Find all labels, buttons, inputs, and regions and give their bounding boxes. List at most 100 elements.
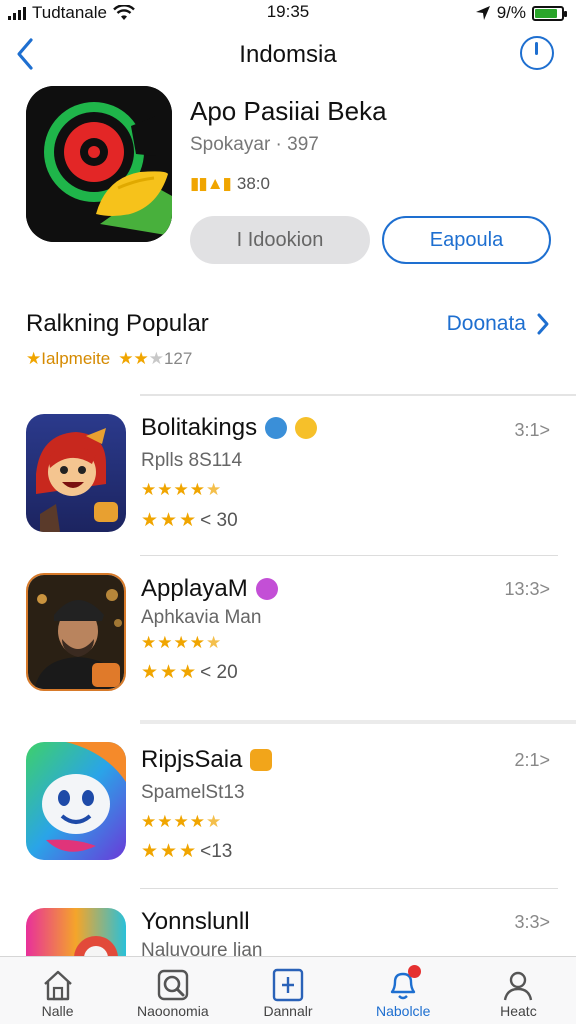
featured-app-subtitle: Spokayar · 397 (190, 134, 319, 155)
status-bar: Tudtanale 19:35 9/% (0, 0, 576, 26)
star-empty-icon: ★ (148, 349, 164, 368)
open-button[interactable]: Eapoula (382, 216, 551, 264)
tab-label: Nalle (41, 1003, 74, 1019)
battery-percent: 9/% (496, 3, 526, 22)
location-arrow-icon (475, 6, 490, 20)
app-rating-stars: ★★★★★ (141, 480, 222, 500)
rating-bars-icon: ▮▮▲▮ (190, 174, 232, 193)
list-item[interactable]: Bolitakings Rplls 8S114 ★★★★★ ★ ★ ★ < 30 3… (0, 404, 576, 554)
smiley-icon (295, 417, 318, 439)
app-subtitle: Naluvoure lian (141, 940, 263, 956)
featured-app-name: Apo Pasiiai Beka (190, 96, 387, 126)
star-icon: ★ (179, 841, 197, 862)
tab-bar: Nalle Naoonomia Dannalr Nabolcle Heatc (0, 956, 576, 1024)
app-subtitle: Aphkavia Man (141, 607, 262, 628)
star-icon: ★ (157, 812, 174, 831)
tab-notifications[interactable]: Nabolcle (346, 957, 461, 1024)
app-icon (26, 908, 126, 956)
tab-search[interactable]: Naoonomia (115, 957, 230, 1024)
featured-app-rating: ▮▮▲▮ 38:0 (190, 174, 270, 194)
badge-icon (255, 578, 278, 600)
featured-app-rating-text: 38:0 (236, 174, 270, 193)
battery-fill (535, 8, 558, 18)
tab-label: Naoonomia (137, 1003, 209, 1019)
star-icon: ★ (173, 812, 190, 831)
app-rating-row: ★ ★ ★ <13 (141, 840, 232, 863)
app-rating-count: < 30 (200, 509, 238, 531)
app-name-text: ApplayaM (141, 575, 248, 602)
tab-home[interactable]: Nalle (0, 957, 115, 1024)
star-half-icon: ★ (206, 480, 223, 499)
app-subtitle: Rplls 8S114 (141, 450, 243, 471)
nav-bar: Indomsia (0, 30, 576, 78)
star-icon: ★ (160, 841, 178, 862)
app-name-text: RipjsSaia (141, 746, 243, 773)
star-icon: ★ (179, 662, 197, 683)
app-rating-stars: ★★★★★ (141, 812, 222, 832)
star-icon: ★ (173, 480, 190, 499)
star-icon: ★ (179, 510, 197, 531)
section-link-label: Doonata (446, 312, 526, 335)
section-sub-label: Ialpmeite (41, 349, 111, 368)
chevron-right-icon (537, 313, 549, 335)
star-icon: ★ (189, 633, 206, 652)
star-icon: ★ (189, 480, 206, 499)
tab-label: Dannalr (263, 1003, 313, 1019)
star-icon: ★ (189, 812, 206, 831)
app-name: ApplayaM (141, 575, 278, 603)
app-name-text: Bolitakings (141, 414, 258, 441)
star-icon: ★ (141, 662, 159, 683)
status-right: 9/% (475, 3, 567, 23)
app-rating-stars: ★★★★★ (141, 633, 222, 653)
app-rating-count: <13 (200, 840, 233, 862)
app-meta: 3:3> (514, 912, 550, 932)
star-icon: ★ (26, 349, 42, 368)
tab-add[interactable]: Dannalr (230, 957, 345, 1024)
divider (140, 555, 558, 556)
star-half-icon: ★ (206, 812, 223, 831)
section-see-all-link[interactable]: Doonata (447, 312, 550, 336)
app-name: Yonnslunll (141, 908, 250, 936)
power-icon[interactable] (520, 36, 554, 70)
app-meta: 13:3> (504, 579, 550, 599)
app-icon (26, 742, 126, 860)
app-icon (26, 414, 126, 532)
list-item[interactable]: Yonnslunll Naluvoure lian 3:3> (0, 898, 576, 956)
tab-label: Nabolcle (375, 1003, 431, 1019)
app-name-text: Yonnslunll (141, 908, 250, 935)
star-icon: ★ (141, 841, 159, 862)
app-meta: 2:1> (514, 750, 550, 770)
star-icon: ★ (141, 510, 159, 531)
app-rating-count: < 20 (200, 661, 238, 683)
tab-label: Heatc (500, 1003, 537, 1019)
home-icon (40, 967, 76, 1003)
notification-bell-icon (385, 965, 422, 1003)
divider (140, 888, 558, 889)
section-title: Ralkning Popular (26, 310, 209, 337)
star-half-icon: ★ (206, 633, 223, 652)
install-button[interactable]: I Idookion (190, 216, 370, 264)
star-icon: ★ (141, 812, 158, 831)
tab-profile[interactable]: Heatc (461, 957, 576, 1024)
app-subtitle: SpamelSt13 (141, 782, 245, 803)
trophy-icon (250, 749, 273, 771)
star-icon: ★★ (118, 349, 149, 368)
star-icon: ★ (157, 480, 174, 499)
app-icon (26, 573, 126, 691)
divider (140, 394, 576, 396)
search-icon (155, 967, 191, 1003)
page-title: Indomsia (239, 41, 337, 68)
app-name: RipjsSaia (141, 746, 273, 774)
star-icon: ★ (141, 480, 158, 499)
section-subtitle: ★Ialpmeite ★★★127 (26, 349, 192, 369)
star-icon: ★ (157, 633, 174, 652)
star-icon: ★ (141, 633, 158, 652)
profile-icon (500, 967, 536, 1003)
star-icon: ★ (160, 662, 178, 683)
list-item[interactable]: ApplayaM Aphkavia Man ★★★★★ ★ ★ ★ < 20 13:… (0, 565, 576, 715)
globe-icon (265, 417, 288, 439)
app-name: Bolitakings (141, 414, 318, 442)
list-item[interactable]: RipjsSaia SpamelSt13 ★★★★★ ★ ★ ★ <13 2:1> (0, 732, 576, 882)
featured-app-icon[interactable] (26, 86, 172, 242)
app-rating-row: ★ ★ ★ < 30 (141, 509, 238, 532)
